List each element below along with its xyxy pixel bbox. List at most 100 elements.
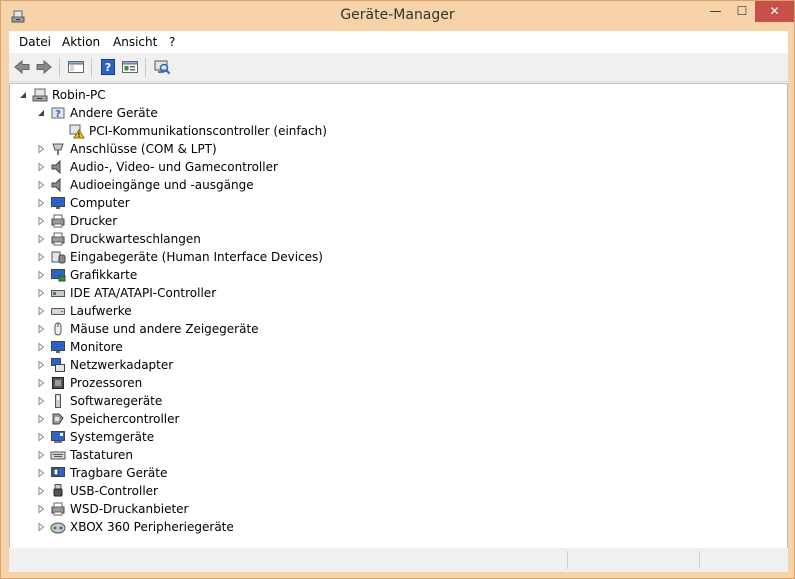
tree-item-label: Prozessoren (70, 376, 143, 390)
tree-item-label: XBOX 360 Peripheriegeräte (70, 520, 234, 534)
tree-group-item[interactable]: Monitore (36, 338, 123, 356)
gamepad-icon (50, 522, 66, 534)
menu-aktion[interactable]: Aktion (62, 35, 100, 49)
collapsed-arrow-icon[interactable] (36, 234, 46, 244)
minimize-button[interactable]: — (702, 1, 729, 22)
toolbar-separator (91, 58, 92, 77)
console-tree-icon[interactable] (67, 58, 85, 76)
menu-datei[interactable]: Datei (19, 35, 51, 49)
collapsed-arrow-icon[interactable] (36, 342, 46, 352)
collapsed-arrow-icon[interactable] (36, 378, 46, 388)
tree-group-item[interactable]: Anschlüsse (COM & LPT) (36, 140, 217, 158)
printer-icon (51, 214, 65, 228)
menu-bar: Datei Aktion Ansicht ? (9, 31, 788, 53)
expanded-arrow-icon[interactable] (36, 108, 46, 118)
tree-group-item[interactable]: Druckwarteschlangen (36, 230, 201, 248)
tree-group-item[interactable]: Tragbare Geräte (36, 464, 167, 482)
toolbar-separator (59, 58, 60, 77)
collapsed-arrow-icon[interactable] (36, 468, 46, 478)
status-bar-cell (699, 551, 787, 569)
tree-item-label: Tragbare Geräte (70, 466, 168, 480)
tree-group-item[interactable]: Audio-, Video- und Gamecontroller (36, 158, 278, 176)
menu-help[interactable]: ? (169, 35, 175, 49)
collapsed-arrow-icon[interactable] (36, 414, 46, 424)
processor-icon (52, 377, 64, 389)
tree-group-item[interactable]: Systemgeräte (36, 428, 154, 446)
monitor-icon (51, 341, 65, 353)
tree-group-item[interactable]: USB-Controller (36, 482, 158, 500)
tree-group-item[interactable]: ? Andere Geräte (36, 104, 158, 122)
collapsed-arrow-icon[interactable] (36, 270, 46, 280)
printer-icon (51, 502, 65, 516)
collapsed-arrow-icon[interactable] (36, 198, 46, 208)
tree-group-item[interactable]: Eingabegeräte (Human Interface Devices) (36, 248, 323, 266)
maximize-button[interactable]: ☐ (729, 1, 755, 22)
window-title: Geräte-Manager (340, 7, 455, 23)
collapsed-arrow-icon[interactable] (36, 432, 46, 442)
forward-arrow-icon[interactable] (35, 58, 53, 76)
collapsed-arrow-icon[interactable] (36, 306, 46, 316)
tree-group-item[interactable]: Computer (36, 194, 130, 212)
title-bar[interactable]: Geräte-Manager — ☐ ✕ (1, 1, 794, 31)
usb-icon (53, 484, 63, 497)
collapsed-arrow-icon[interactable] (36, 144, 46, 154)
device-manager-window: Geräte-Manager — ☐ ✕ Datei Aktion Ansich… (0, 0, 795, 579)
expanded-arrow-icon[interactable] (18, 90, 28, 100)
tree-group-item[interactable]: XBOX 360 Peripheriegeräte (36, 518, 234, 536)
tree-group-item[interactable]: Audioeingänge und -ausgänge (36, 176, 254, 194)
tree-group-item[interactable]: Tastaturen (36, 446, 133, 464)
speaker-icon (51, 159, 61, 175)
properties-icon[interactable] (121, 58, 139, 76)
tree-group-item[interactable]: Laufwerke (36, 302, 132, 320)
collapsed-arrow-icon[interactable] (36, 450, 46, 460)
tree-item-label: Anschlüsse (COM & LPT) (70, 142, 217, 156)
hid-icon (51, 251, 66, 264)
tree-root-robin-pc[interactable]: Robin-PC (18, 86, 106, 104)
tree-item-label: Speichercontroller (70, 412, 180, 426)
collapsed-arrow-icon[interactable] (36, 504, 46, 514)
collapsed-arrow-icon[interactable] (36, 486, 46, 496)
tree-group-item[interactable]: IDE ATA/ATAPI-Controller (36, 284, 216, 302)
device-tree[interactable]: Robin-PC ? Andere Geräte PCI-Kommunikation… (9, 83, 788, 549)
tree-group-item[interactable]: Grafikkarte (36, 266, 137, 284)
collapsed-arrow-icon[interactable] (36, 162, 46, 172)
software-device-icon (55, 394, 61, 408)
status-bar (9, 548, 788, 572)
warning-device-icon (69, 124, 85, 139)
speaker-icon (51, 177, 61, 193)
tree-item-label: Netzwerkadapter (70, 358, 174, 372)
tree-item-label: Tastaturen (70, 448, 133, 462)
tree-group-item[interactable]: Netzwerkadapter (36, 356, 173, 374)
scan-hardware-icon[interactable] (153, 58, 171, 76)
unknown-device-icon: ? (51, 107, 65, 120)
port-icon (52, 143, 64, 155)
tree-group-item[interactable]: Mäuse und andere Zeigegeräte (36, 320, 259, 338)
computer-icon (32, 88, 48, 102)
tree-item-label: Grafikkarte (70, 268, 138, 282)
tree-group-item[interactable]: Speichercontroller (36, 410, 179, 428)
collapsed-arrow-icon[interactable] (36, 216, 46, 226)
tree-item-label: Systemgeräte (70, 430, 155, 444)
collapsed-arrow-icon[interactable] (36, 324, 46, 334)
tree-item-label: Audio-, Video- und Gamecontroller (70, 160, 278, 174)
tree-group-item[interactable]: Prozessoren (36, 374, 142, 392)
close-button[interactable]: ✕ (755, 1, 794, 22)
svg-text:?: ? (105, 61, 111, 74)
portable-device-icon (51, 467, 65, 477)
tree-group-item[interactable]: Softwaregeräte (36, 392, 162, 410)
tree-item-label: USB-Controller (70, 484, 158, 498)
help-icon[interactable]: ? (99, 58, 117, 76)
collapsed-arrow-icon[interactable] (36, 180, 46, 190)
back-arrow-icon[interactable] (13, 58, 31, 76)
display-adapter-icon (51, 269, 66, 282)
tree-group-item[interactable]: WSD-Druckanbieter (36, 500, 188, 518)
collapsed-arrow-icon[interactable] (36, 252, 46, 262)
collapsed-arrow-icon[interactable] (36, 396, 46, 406)
collapsed-arrow-icon[interactable] (36, 522, 46, 532)
menu-ansicht[interactable]: Ansicht (113, 35, 157, 49)
tree-device-item[interactable]: PCI-Kommunikationscontroller (einfach) (69, 122, 327, 140)
tree-group-item[interactable]: Drucker (36, 212, 117, 230)
tree-item-label: Mäuse und andere Zeigegeräte (70, 322, 259, 336)
collapsed-arrow-icon[interactable] (36, 288, 46, 298)
collapsed-arrow-icon[interactable] (36, 360, 46, 370)
